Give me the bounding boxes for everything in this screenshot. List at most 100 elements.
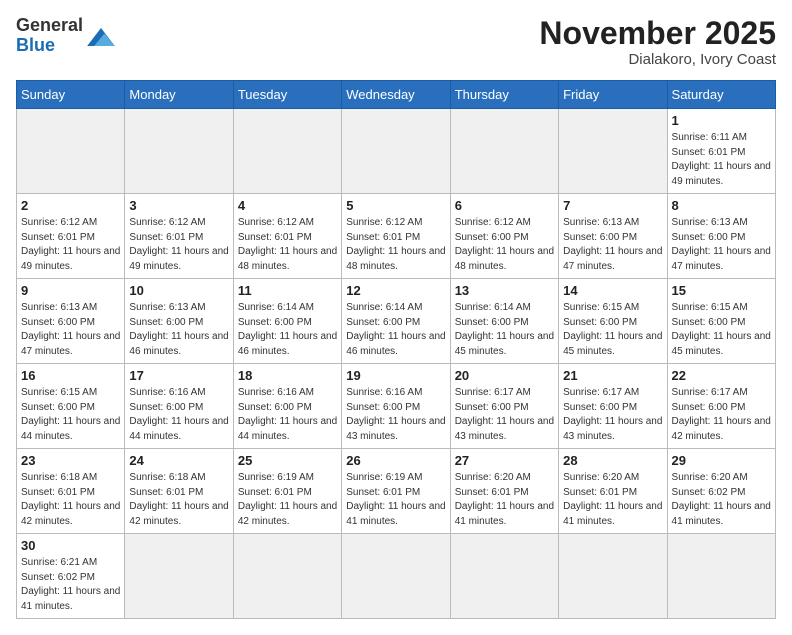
calendar-cell: [125, 109, 233, 194]
day-info: Sunrise: 6:13 AMSunset: 6:00 PMDaylight:…: [129, 301, 228, 359]
calendar-cell: 29 Sunrise: 6:20 AMSunset: 6:02 PMDayligh…: [667, 449, 775, 534]
calendar-cell: 9Sunrise: 6:13 AMSunset: 6:00 PMDaylight…: [17, 279, 125, 364]
day-number: 3: [129, 198, 228, 213]
calendar-cell: 3 Sunrise: 6:12 AMSunset: 6:01 PMDaylight…: [125, 194, 233, 279]
day-number: 1: [672, 113, 771, 128]
day-number: 7: [563, 198, 662, 213]
calendar-cell: 26Sunrise: 6:19 AMSunset: 6:01 PMDayligh…: [342, 449, 450, 534]
day-number: 30: [21, 538, 120, 553]
calendar-cell: [233, 534, 341, 619]
day-number: 28: [563, 453, 662, 468]
calendar-body: 1 Sunrise: 6:11 AMSunset: 6:01 PMDaylight…: [17, 109, 776, 619]
day-number: 8: [672, 198, 771, 213]
day-info: Sunrise: 6:12 AMSunset: 6:01 PMDaylight:…: [346, 216, 445, 274]
calendar-cell: 10 Sunrise: 6:13 AMSunset: 6:00 PMDayligh…: [125, 279, 233, 364]
calendar-cell: 21Sunrise: 6:17 AMSunset: 6:00 PMDayligh…: [559, 364, 667, 449]
calendar-cell: 13 Sunrise: 6:14 AMSunset: 6:00 PMDayligh…: [450, 279, 558, 364]
day-info: Sunrise: 6:16 AMSunset: 6:00 PMDaylight:…: [129, 386, 228, 444]
day-info: Sunrise: 6:21 AMSunset: 6:02 PMDaylight:…: [21, 556, 120, 614]
day-info: Sunrise: 6:15 AMSunset: 6:00 PMDaylight:…: [563, 301, 662, 359]
calendar-week-row: 16Sunrise: 6:15 AMSunset: 6:00 PMDayligh…: [17, 364, 776, 449]
day-info: Sunrise: 6:13 AMSunset: 6:00 PMDaylight:…: [563, 216, 662, 274]
day-number: 17: [129, 368, 228, 383]
title-block: November 2025 Dialakoro, Ivory Coast: [539, 16, 776, 68]
calendar-cell: 27Sunrise: 6:20 AMSunset: 6:01 PMDayligh…: [450, 449, 558, 534]
weekday-header: Tuesday: [233, 81, 341, 109]
day-number: 6: [455, 198, 554, 213]
day-number: 12: [346, 283, 445, 298]
day-number: 19: [346, 368, 445, 383]
calendar-week-row: 1 Sunrise: 6:11 AMSunset: 6:01 PMDaylight…: [17, 109, 776, 194]
day-info: Sunrise: 6:13 AMSunset: 6:00 PMDaylight:…: [672, 216, 771, 274]
calendar-cell: 18 Sunrise: 6:16 AMSunset: 6:00 PMDayligh…: [233, 364, 341, 449]
day-info: Sunrise: 6:17 AMSunset: 6:00 PMDaylight:…: [672, 386, 771, 444]
calendar-cell: 25 Sunrise: 6:19 AMSunset: 6:01 PMDayligh…: [233, 449, 341, 534]
calendar-cell: 23Sunrise: 6:18 AMSunset: 6:01 PMDayligh…: [17, 449, 125, 534]
day-info: Sunrise: 6:16 AMSunset: 6:00 PMDaylight:…: [238, 386, 337, 444]
calendar-cell: 6 Sunrise: 6:12 AMSunset: 6:00 PMDaylight…: [450, 194, 558, 279]
logo-icon: [87, 28, 115, 46]
day-info: Sunrise: 6:14 AMSunset: 6:00 PMDaylight:…: [238, 301, 337, 359]
day-info: Sunrise: 6:12 AMSunset: 6:00 PMDaylight:…: [455, 216, 554, 274]
calendar-cell: 16Sunrise: 6:15 AMSunset: 6:00 PMDayligh…: [17, 364, 125, 449]
weekday-header: Thursday: [450, 81, 558, 109]
day-number: 2: [21, 198, 120, 213]
calendar-week-row: 9 Sunrise: 6:13 AMSunset: 6:00 PMDaylight…: [17, 279, 776, 364]
calendar-cell: 4 Sunrise: 6:12 AMSunset: 6:01 PMDaylight…: [233, 194, 341, 279]
day-info: Sunrise: 6:12 AMSunset: 6:01 PMDaylight:…: [129, 216, 228, 274]
logo-general-text: General: [16, 15, 83, 35]
calendar-cell: 2 Sunrise: 6:12 AMSunset: 6:01 PMDaylight…: [17, 194, 125, 279]
day-info: Sunrise: 6:15 AMSunset: 6:00 PMDaylight:…: [672, 301, 771, 359]
weekday-header: Monday: [125, 81, 233, 109]
calendar-cell: 28 Sunrise: 6:20 AMSunset: 6:01 PMDayligh…: [559, 449, 667, 534]
calendar-cell: 14 Sunrise: 6:15 AMSunset: 6:00 PMDayligh…: [559, 279, 667, 364]
calendar-cell: [342, 534, 450, 619]
day-info: Sunrise: 6:19 AMSunset: 6:01 PMDaylight:…: [238, 471, 337, 529]
day-info: Sunrise: 6:12 AMSunset: 6:01 PMDaylight:…: [21, 216, 120, 274]
calendar-cell: 11 Sunrise: 6:14 AMSunset: 6:00 PMDayligh…: [233, 279, 341, 364]
calendar-cell: 24Sunrise: 6:18 AMSunset: 6:01 PMDayligh…: [125, 449, 233, 534]
day-number: 29: [672, 453, 771, 468]
calendar-cell: 17 Sunrise: 6:16 AMSunset: 6:00 PMDayligh…: [125, 364, 233, 449]
calendar-cell: [233, 109, 341, 194]
day-info: Sunrise: 6:20 AMSunset: 6:02 PMDaylight:…: [672, 471, 771, 529]
weekday-header: Saturday: [667, 81, 775, 109]
day-number: 10: [129, 283, 228, 298]
calendar-cell: 12 Sunrise: 6:14 AMSunset: 6:00 PMDayligh…: [342, 279, 450, 364]
day-info: Sunrise: 6:16 AMSunset: 6:00 PMDaylight:…: [346, 386, 445, 444]
day-info: Sunrise: 6:18 AMSunset: 6:01 PMDaylight:…: [129, 471, 228, 529]
weekday-row: SundayMondayTuesdayWednesdayThursdayFrid…: [17, 81, 776, 109]
day-info: Sunrise: 6:14 AMSunset: 6:00 PMDaylight:…: [455, 301, 554, 359]
day-info: Sunrise: 6:18 AMSunset: 6:01 PMDaylight:…: [21, 471, 120, 529]
calendar-week-row: 2 Sunrise: 6:12 AMSunset: 6:01 PMDaylight…: [17, 194, 776, 279]
day-number: 25: [238, 453, 337, 468]
day-info: Sunrise: 6:12 AMSunset: 6:01 PMDaylight:…: [238, 216, 337, 274]
calendar-cell: [450, 109, 558, 194]
day-info: Sunrise: 6:20 AMSunset: 6:01 PMDaylight:…: [563, 471, 662, 529]
day-info: Sunrise: 6:20 AMSunset: 6:01 PMDaylight:…: [455, 471, 554, 529]
logo: General Blue: [16, 16, 115, 56]
weekday-header: Friday: [559, 81, 667, 109]
calendar-cell: 1 Sunrise: 6:11 AMSunset: 6:01 PMDaylight…: [667, 109, 775, 194]
calendar-cell: [342, 109, 450, 194]
day-number: 9: [21, 283, 120, 298]
weekday-header: Wednesday: [342, 81, 450, 109]
location: Dialakoro, Ivory Coast: [539, 51, 776, 68]
day-number: 11: [238, 283, 337, 298]
day-number: 16: [21, 368, 120, 383]
day-info: Sunrise: 6:14 AMSunset: 6:00 PMDaylight:…: [346, 301, 445, 359]
day-number: 14: [563, 283, 662, 298]
day-number: 13: [455, 283, 554, 298]
day-number: 18: [238, 368, 337, 383]
day-number: 4: [238, 198, 337, 213]
calendar-table: SundayMondayTuesdayWednesdayThursdayFrid…: [16, 80, 776, 619]
day-info: Sunrise: 6:17 AMSunset: 6:00 PMDaylight:…: [455, 386, 554, 444]
day-info: Sunrise: 6:11 AMSunset: 6:01 PMDaylight:…: [672, 131, 771, 189]
calendar-cell: 22Sunrise: 6:17 AMSunset: 6:00 PMDayligh…: [667, 364, 775, 449]
calendar-header: SundayMondayTuesdayWednesdayThursdayFrid…: [17, 81, 776, 109]
calendar-cell: 8 Sunrise: 6:13 AMSunset: 6:00 PMDaylight…: [667, 194, 775, 279]
calendar-cell: [559, 109, 667, 194]
calendar-week-row: 30 Sunrise: 6:21 AMSunset: 6:02 PMDayligh…: [17, 534, 776, 619]
calendar-cell: [17, 109, 125, 194]
weekday-header: Sunday: [17, 81, 125, 109]
